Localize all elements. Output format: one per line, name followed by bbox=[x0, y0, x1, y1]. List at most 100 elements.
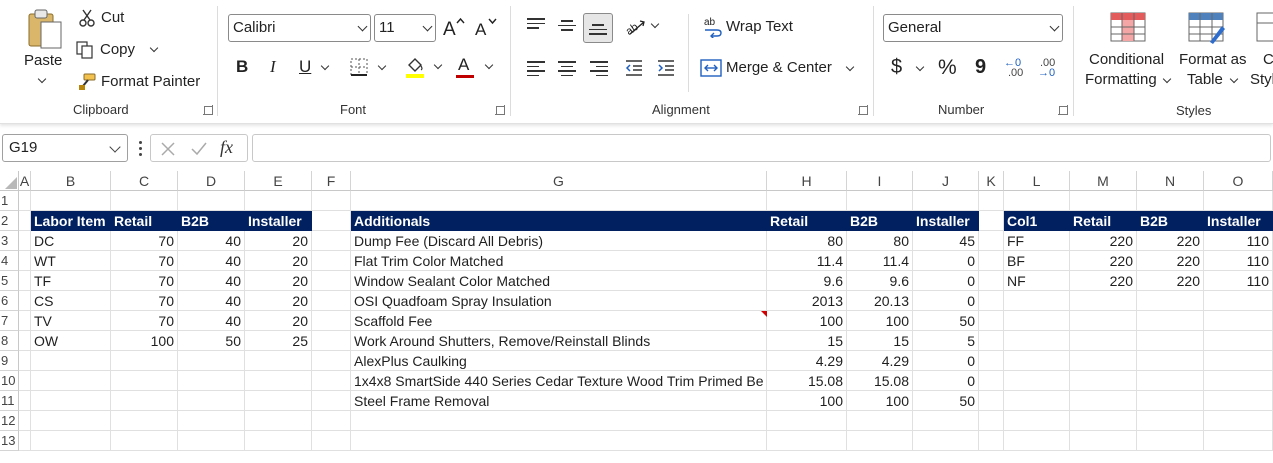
grid-cell[interactable] bbox=[178, 351, 245, 371]
table-cell[interactable]: 70 bbox=[111, 231, 178, 251]
table-cell[interactable]: 110 bbox=[1204, 271, 1273, 291]
grid-cell[interactable] bbox=[767, 431, 847, 451]
table-header-cell[interactable]: Labor Item bbox=[31, 211, 111, 231]
table-cell[interactable]: 220 bbox=[1137, 231, 1204, 251]
percent-button[interactable]: % bbox=[938, 56, 957, 80]
grid-cell[interactable] bbox=[312, 411, 351, 431]
comment-indicator-icon[interactable] bbox=[761, 311, 767, 317]
table-cell[interactable]: 1x4x8 SmartSide 440 Series Cedar Texture… bbox=[351, 371, 767, 391]
grid-cell[interactable] bbox=[847, 191, 913, 211]
bold-button[interactable]: B bbox=[236, 57, 248, 77]
row-header-13[interactable]: 13 bbox=[0, 431, 19, 451]
grid-cell[interactable] bbox=[31, 191, 111, 211]
grid-cell[interactable] bbox=[111, 191, 178, 211]
grid-cell[interactable] bbox=[178, 191, 245, 211]
table-cell[interactable]: 70 bbox=[111, 311, 178, 331]
table-cell[interactable]: 25 bbox=[245, 331, 312, 351]
grid-cell[interactable] bbox=[312, 391, 351, 411]
table-cell[interactable]: 4.29 bbox=[847, 351, 913, 371]
table-cell[interactable]: 9.6 bbox=[767, 271, 847, 291]
shrink-font-button[interactable]: A bbox=[474, 15, 498, 41]
font-name-dropdown[interactable]: Calibri bbox=[228, 14, 371, 42]
grid-cell[interactable] bbox=[19, 291, 31, 311]
row-header-5[interactable]: 5 bbox=[0, 271, 19, 291]
row-header-8[interactable]: 8 bbox=[0, 331, 19, 351]
table-cell[interactable]: 5 bbox=[913, 331, 979, 351]
table-cell[interactable]: 100 bbox=[847, 391, 913, 411]
font-color-button[interactable]: A bbox=[456, 55, 498, 79]
table-cell[interactable]: 220 bbox=[1070, 251, 1137, 271]
grid-cell[interactable] bbox=[1137, 351, 1204, 371]
increase-decimal-button[interactable]: ←0 .00 bbox=[1002, 57, 1030, 81]
grid-cell[interactable] bbox=[979, 191, 1004, 211]
grid-cell[interactable] bbox=[1204, 391, 1273, 411]
grid-cell[interactable] bbox=[312, 331, 351, 351]
grid-cell[interactable] bbox=[312, 211, 351, 231]
grid-cell[interactable] bbox=[979, 391, 1004, 411]
table-cell[interactable]: 0 bbox=[913, 251, 979, 271]
table-cell[interactable]: 0 bbox=[913, 371, 979, 391]
grid-cell[interactable] bbox=[312, 191, 351, 211]
table-cell[interactable]: OW bbox=[31, 331, 111, 351]
grid-cell[interactable] bbox=[1137, 191, 1204, 211]
comma-style-button[interactable]: 9 bbox=[975, 56, 986, 79]
underline-button[interactable]: U bbox=[299, 57, 311, 77]
grid-cell[interactable] bbox=[979, 331, 1004, 351]
column-header-d[interactable]: D bbox=[178, 171, 245, 191]
grid-cell[interactable] bbox=[178, 431, 245, 451]
grid-cell[interactable] bbox=[19, 251, 31, 271]
grid-cell[interactable] bbox=[19, 191, 31, 211]
table-cell[interactable]: WT bbox=[31, 251, 111, 271]
table-cell[interactable]: 20 bbox=[245, 311, 312, 331]
grid-cell[interactable] bbox=[19, 271, 31, 291]
table-cell[interactable]: 50 bbox=[178, 331, 245, 351]
table-cell[interactable]: 50 bbox=[913, 391, 979, 411]
table-cell[interactable]: 0 bbox=[913, 271, 979, 291]
table-cell[interactable]: FF bbox=[1004, 231, 1070, 251]
grid-cell[interactable] bbox=[312, 231, 351, 251]
grid-cell[interactable] bbox=[1070, 351, 1137, 371]
merge-center-button[interactable]: Merge & Center bbox=[700, 55, 860, 81]
table-cell[interactable]: CS bbox=[31, 291, 111, 311]
grid-cell[interactable] bbox=[312, 291, 351, 311]
grid-cell[interactable] bbox=[19, 331, 31, 351]
row-header-6[interactable]: 6 bbox=[0, 291, 19, 311]
table-cell[interactable]: 100 bbox=[111, 331, 178, 351]
column-header-i[interactable]: I bbox=[847, 171, 913, 191]
table-cell[interactable]: 40 bbox=[178, 251, 245, 271]
cell-styles-button[interactable]: C Styl bbox=[1250, 8, 1273, 92]
column-header-n[interactable]: N bbox=[1137, 171, 1204, 191]
grid-cell[interactable] bbox=[979, 311, 1004, 331]
grid-cell[interactable] bbox=[1070, 291, 1137, 311]
table-header-cell[interactable]: Installer bbox=[245, 211, 312, 231]
table-cell[interactable]: 40 bbox=[178, 231, 245, 251]
table-cell[interactable]: 45 bbox=[913, 231, 979, 251]
table-cell[interactable]: 220 bbox=[1137, 271, 1204, 291]
grid-cell[interactable] bbox=[979, 411, 1004, 431]
clipboard-launcher-icon[interactable] bbox=[203, 105, 213, 115]
grid-cell[interactable] bbox=[19, 231, 31, 251]
formula-input[interactable] bbox=[252, 134, 1271, 162]
table-cell[interactable]: 50 bbox=[913, 311, 979, 331]
grid-cell[interactable] bbox=[178, 411, 245, 431]
table-cell[interactable]: Dump Fee (Discard All Debris) bbox=[351, 231, 767, 251]
font-size-dropdown[interactable]: 11 bbox=[374, 14, 436, 42]
column-header-f[interactable]: F bbox=[312, 171, 351, 191]
column-header-h[interactable]: H bbox=[767, 171, 847, 191]
grid-cell[interactable] bbox=[1137, 331, 1204, 351]
grid-cell[interactable] bbox=[979, 431, 1004, 451]
grid-cell[interactable] bbox=[767, 191, 847, 211]
table-header-cell[interactable]: B2B bbox=[1137, 211, 1204, 231]
grid-cell[interactable] bbox=[1204, 191, 1273, 211]
grid-cell[interactable] bbox=[111, 371, 178, 391]
grid-cell[interactable] bbox=[245, 351, 312, 371]
column-header-l[interactable]: L bbox=[1004, 171, 1070, 191]
row-header-7[interactable]: 7 bbox=[0, 311, 19, 331]
table-cell[interactable]: 20 bbox=[245, 251, 312, 271]
grid-cell[interactable] bbox=[19, 411, 31, 431]
table-cell[interactable]: 40 bbox=[178, 291, 245, 311]
table-header-cell[interactable]: B2B bbox=[847, 211, 913, 231]
column-header-k[interactable]: K bbox=[979, 171, 1004, 191]
name-box[interactable]: G19 bbox=[2, 134, 128, 162]
column-header-g[interactable]: G bbox=[351, 171, 767, 191]
